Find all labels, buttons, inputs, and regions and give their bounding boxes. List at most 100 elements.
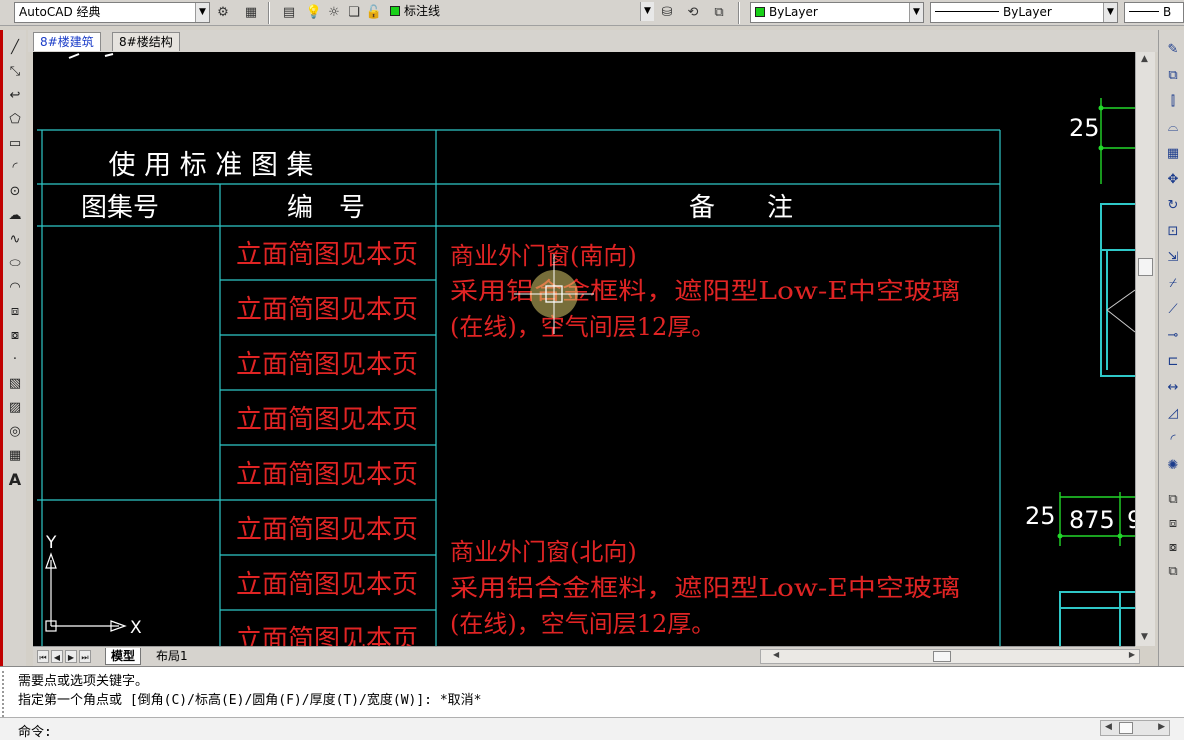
- fillet-icon[interactable]: ◜: [1163, 430, 1183, 450]
- scroll-right-icon[interactable]: ▶: [1129, 650, 1135, 659]
- toolbar-separator: [268, 2, 270, 24]
- freeze-icon[interactable]: ❏: [345, 3, 363, 22]
- tab-drawing-architecture[interactable]: 8#楼建筑: [33, 32, 101, 51]
- construction-line-icon[interactable]: ⤡: [5, 62, 25, 82]
- command-scroll-thumb[interactable]: [1119, 722, 1133, 734]
- scale-icon[interactable]: ⊡: [1163, 222, 1183, 242]
- previous-layout-icon[interactable]: ◀: [51, 650, 63, 663]
- mirror-icon[interactable]: ⫿: [1163, 92, 1183, 112]
- lineweight-select[interactable]: B: [1124, 2, 1184, 23]
- tab-layout1[interactable]: 布局1: [151, 648, 193, 665]
- send-back-icon[interactable]: ⧇: [1163, 538, 1183, 558]
- next-layout-icon[interactable]: ▶: [65, 650, 77, 663]
- point-icon[interactable]: ·: [5, 350, 25, 370]
- unlock-icon[interactable]: 🔓: [365, 3, 383, 22]
- multiline-text-icon[interactable]: A: [5, 470, 25, 490]
- vertical-scrollbar[interactable]: ▲ ▼: [1135, 52, 1155, 646]
- vertical-scroll-thumb[interactable]: [1138, 258, 1153, 276]
- chevron-down-icon[interactable]: ▼: [1103, 3, 1117, 22]
- ucs-icon: Y X: [45, 533, 142, 638]
- first-layout-icon[interactable]: ⏮: [37, 650, 49, 663]
- chevron-down-icon[interactable]: ▼: [909, 3, 923, 22]
- ellipse-arc-icon[interactable]: ◠: [5, 278, 25, 298]
- spline-icon[interactable]: ∿: [5, 230, 25, 250]
- tab-model[interactable]: 模型: [105, 648, 142, 665]
- layer-previous-icon[interactable]: ⟲: [684, 3, 702, 22]
- draw-order-icon[interactable]: ⧉: [1163, 490, 1183, 510]
- gradient-icon[interactable]: ▨: [5, 398, 25, 418]
- color-swatch: [755, 7, 765, 17]
- region-icon[interactable]: ◎: [5, 422, 25, 442]
- linetype-select[interactable]: ByLayer ▼: [930, 2, 1118, 23]
- layer-manager-icon[interactable]: ▤: [280, 3, 298, 22]
- code-cell: 立面简图见本页: [236, 460, 418, 490]
- revcloud-icon[interactable]: ☁: [5, 206, 25, 226]
- header-remarks: 备 注: [689, 193, 793, 223]
- chevron-down-icon[interactable]: ▼: [195, 3, 209, 22]
- rotate-icon[interactable]: ↻: [1163, 196, 1183, 216]
- explode-icon[interactable]: ✺: [1163, 456, 1183, 476]
- move-icon[interactable]: ✥: [1163, 170, 1183, 190]
- layer-select[interactable]: 标注线 ▼: [386, 2, 654, 23]
- break-icon[interactable]: ⊏: [1163, 352, 1183, 372]
- layer-value: 标注线: [404, 4, 441, 18]
- polygon-icon[interactable]: ⬠: [5, 110, 25, 130]
- remark-line: 商业外门窗(南向): [450, 242, 637, 270]
- table-icon[interactable]: ▦: [5, 446, 25, 466]
- color-select[interactable]: ByLayer ▼: [750, 2, 924, 23]
- bulb-icon[interactable]: 💡: [305, 3, 323, 22]
- circle-icon[interactable]: ⊙: [5, 182, 25, 202]
- make-block-icon[interactable]: ⧇: [5, 326, 25, 346]
- bring-above-icon[interactable]: ⧉: [1163, 562, 1183, 582]
- sun-icon[interactable]: ☼: [325, 3, 343, 22]
- command-scrollbar[interactable]: ◀ ▶: [1100, 720, 1170, 736]
- scroll-down-icon[interactable]: ▼: [1141, 632, 1148, 642]
- workspace-select[interactable]: AutoCAD 经典 ▼: [14, 2, 210, 23]
- table-title: 使 用 标 准 图 集: [109, 150, 314, 181]
- join-icon[interactable]: ↔: [1163, 378, 1183, 398]
- scroll-left-icon[interactable]: ◀: [1105, 722, 1112, 732]
- copy-icon[interactable]: ⧉: [1163, 66, 1183, 86]
- bring-front-icon[interactable]: ⧈: [1163, 514, 1183, 534]
- hatch-icon[interactable]: ▧: [5, 374, 25, 394]
- command-history-line: 指定第一个角点或 [倒角(C)/标高(E)/圆角(F)/厚度(T)/宽度(W)]…: [18, 693, 482, 708]
- break-at-point-icon[interactable]: ⊸: [1163, 326, 1183, 346]
- last-layout-icon[interactable]: ⏭: [79, 650, 91, 663]
- offset-icon[interactable]: ⌓: [1163, 118, 1183, 138]
- horizontal-scroll-thumb[interactable]: [933, 651, 951, 662]
- ucs-x-label: X: [130, 618, 142, 638]
- polyline-icon[interactable]: ↩: [5, 86, 25, 106]
- drawing-tabs: 8#楼建筑 8#楼结构: [28, 30, 1158, 52]
- remark-line: 采用铝合金框料，遮阳型Low-E中空玻璃: [450, 574, 960, 602]
- erase-icon[interactable]: ✎: [1163, 40, 1183, 60]
- layer-state-icon[interactable]: ⧉: [710, 3, 728, 22]
- remark-line: (在线)，空气间层12厚。: [450, 313, 715, 341]
- chevron-down-icon[interactable]: ▼: [640, 2, 654, 21]
- arc-icon[interactable]: ◜: [5, 158, 25, 178]
- insert-block-icon[interactable]: ⧈: [5, 302, 25, 322]
- code-cell: 立面简图见本页: [236, 405, 418, 435]
- tab-drawing-structure[interactable]: 8#楼结构: [112, 32, 180, 51]
- scroll-up-icon[interactable]: ▲: [1141, 54, 1148, 64]
- code-column: 立面简图见本页 立面简图见本页 立面简图见本页 立面简图见本页 立面简图见本页 …: [236, 240, 418, 646]
- draw-toolbar: ╱ ⤡ ↩ ⬠ ▭ ◜ ⊙ ☁ ∿ ⬭ ◠ ⧈ ⧇ · ▧ ▨ ◎ ▦ A: [0, 30, 26, 666]
- remark-line: (在线)，空气间层12厚。: [450, 610, 715, 638]
- scroll-right-icon[interactable]: ▶: [1158, 722, 1165, 732]
- ellipse-icon[interactable]: ⬭: [5, 254, 25, 274]
- array-icon[interactable]: ▦: [1163, 144, 1183, 164]
- extend-icon[interactable]: ⟋: [1163, 300, 1183, 320]
- gear-icon[interactable]: ⚙: [214, 3, 232, 22]
- drawing-canvas[interactable]: 使 用 标 准 图 集 图集号 编 号 备 注 立面简图见本页 立面简图见本页 …: [33, 52, 1135, 646]
- horizontal-scrollbar[interactable]: ◀ ▶: [760, 649, 1140, 664]
- stretch-icon[interactable]: ⇲: [1163, 248, 1183, 268]
- command-input[interactable]: 命令:: [0, 717, 1184, 740]
- scroll-left-icon[interactable]: ◀: [773, 650, 779, 659]
- rectangle-icon[interactable]: ▭: [5, 134, 25, 154]
- line-icon[interactable]: ╱: [5, 38, 25, 58]
- trim-icon[interactable]: ⌿: [1163, 274, 1183, 294]
- linetype-preview: [935, 11, 999, 12]
- code-cell: 立面简图见本页: [236, 295, 418, 325]
- chamfer-icon[interactable]: ◿: [1163, 404, 1183, 424]
- make-current-layer-icon[interactable]: ⛁: [658, 3, 676, 22]
- workspace-toolbar-icon[interactable]: ▦: [242, 3, 260, 22]
